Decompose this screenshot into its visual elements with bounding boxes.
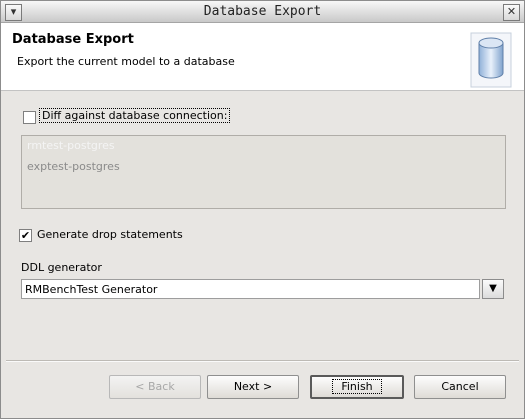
page-title: Database Export [12, 32, 134, 47]
drop-checkbox-label[interactable]: Generate drop statements [37, 228, 183, 241]
window-title: Database Export [203, 4, 322, 19]
list-item[interactable]: exptest-postgres [27, 160, 120, 173]
export-dialog: ▾ Database Export ✕ Database Export Expo… [0, 0, 525, 419]
next-button[interactable]: Next > [207, 375, 299, 399]
ddl-generator-value: RMBenchTest Generator [25, 283, 158, 296]
wizard-header: Database Export Export the current model… [1, 23, 524, 91]
diff-checkbox-label[interactable]: Diff against database connection: [38, 108, 231, 123]
finish-button[interactable]: Finish [310, 375, 404, 399]
chevron-down-icon[interactable]: ▼ [482, 279, 504, 299]
close-icon[interactable]: ✕ [503, 4, 520, 21]
separator [6, 360, 519, 362]
diff-label-text: Diff against database connection: [38, 108, 231, 123]
ddl-generator-label: DDL generator [21, 261, 102, 274]
page-description: Export the current model to a database [17, 55, 235, 68]
list-item[interactable]: rmtest-postgres [27, 139, 115, 152]
title-bar[interactable]: ▾ Database Export ✕ [1, 1, 524, 23]
diff-checkbox[interactable] [23, 111, 36, 124]
drop-checkbox[interactable]: ✔ [19, 229, 32, 242]
finish-label: Finish [332, 379, 382, 394]
cancel-button[interactable]: Cancel [414, 375, 506, 399]
database-icon [469, 31, 513, 92]
connection-list[interactable]: rmtest-postgres exptest-postgres [21, 135, 506, 209]
back-button[interactable]: < Back [109, 375, 201, 399]
ddl-generator-combo[interactable]: RMBenchTest Generator [21, 279, 480, 299]
